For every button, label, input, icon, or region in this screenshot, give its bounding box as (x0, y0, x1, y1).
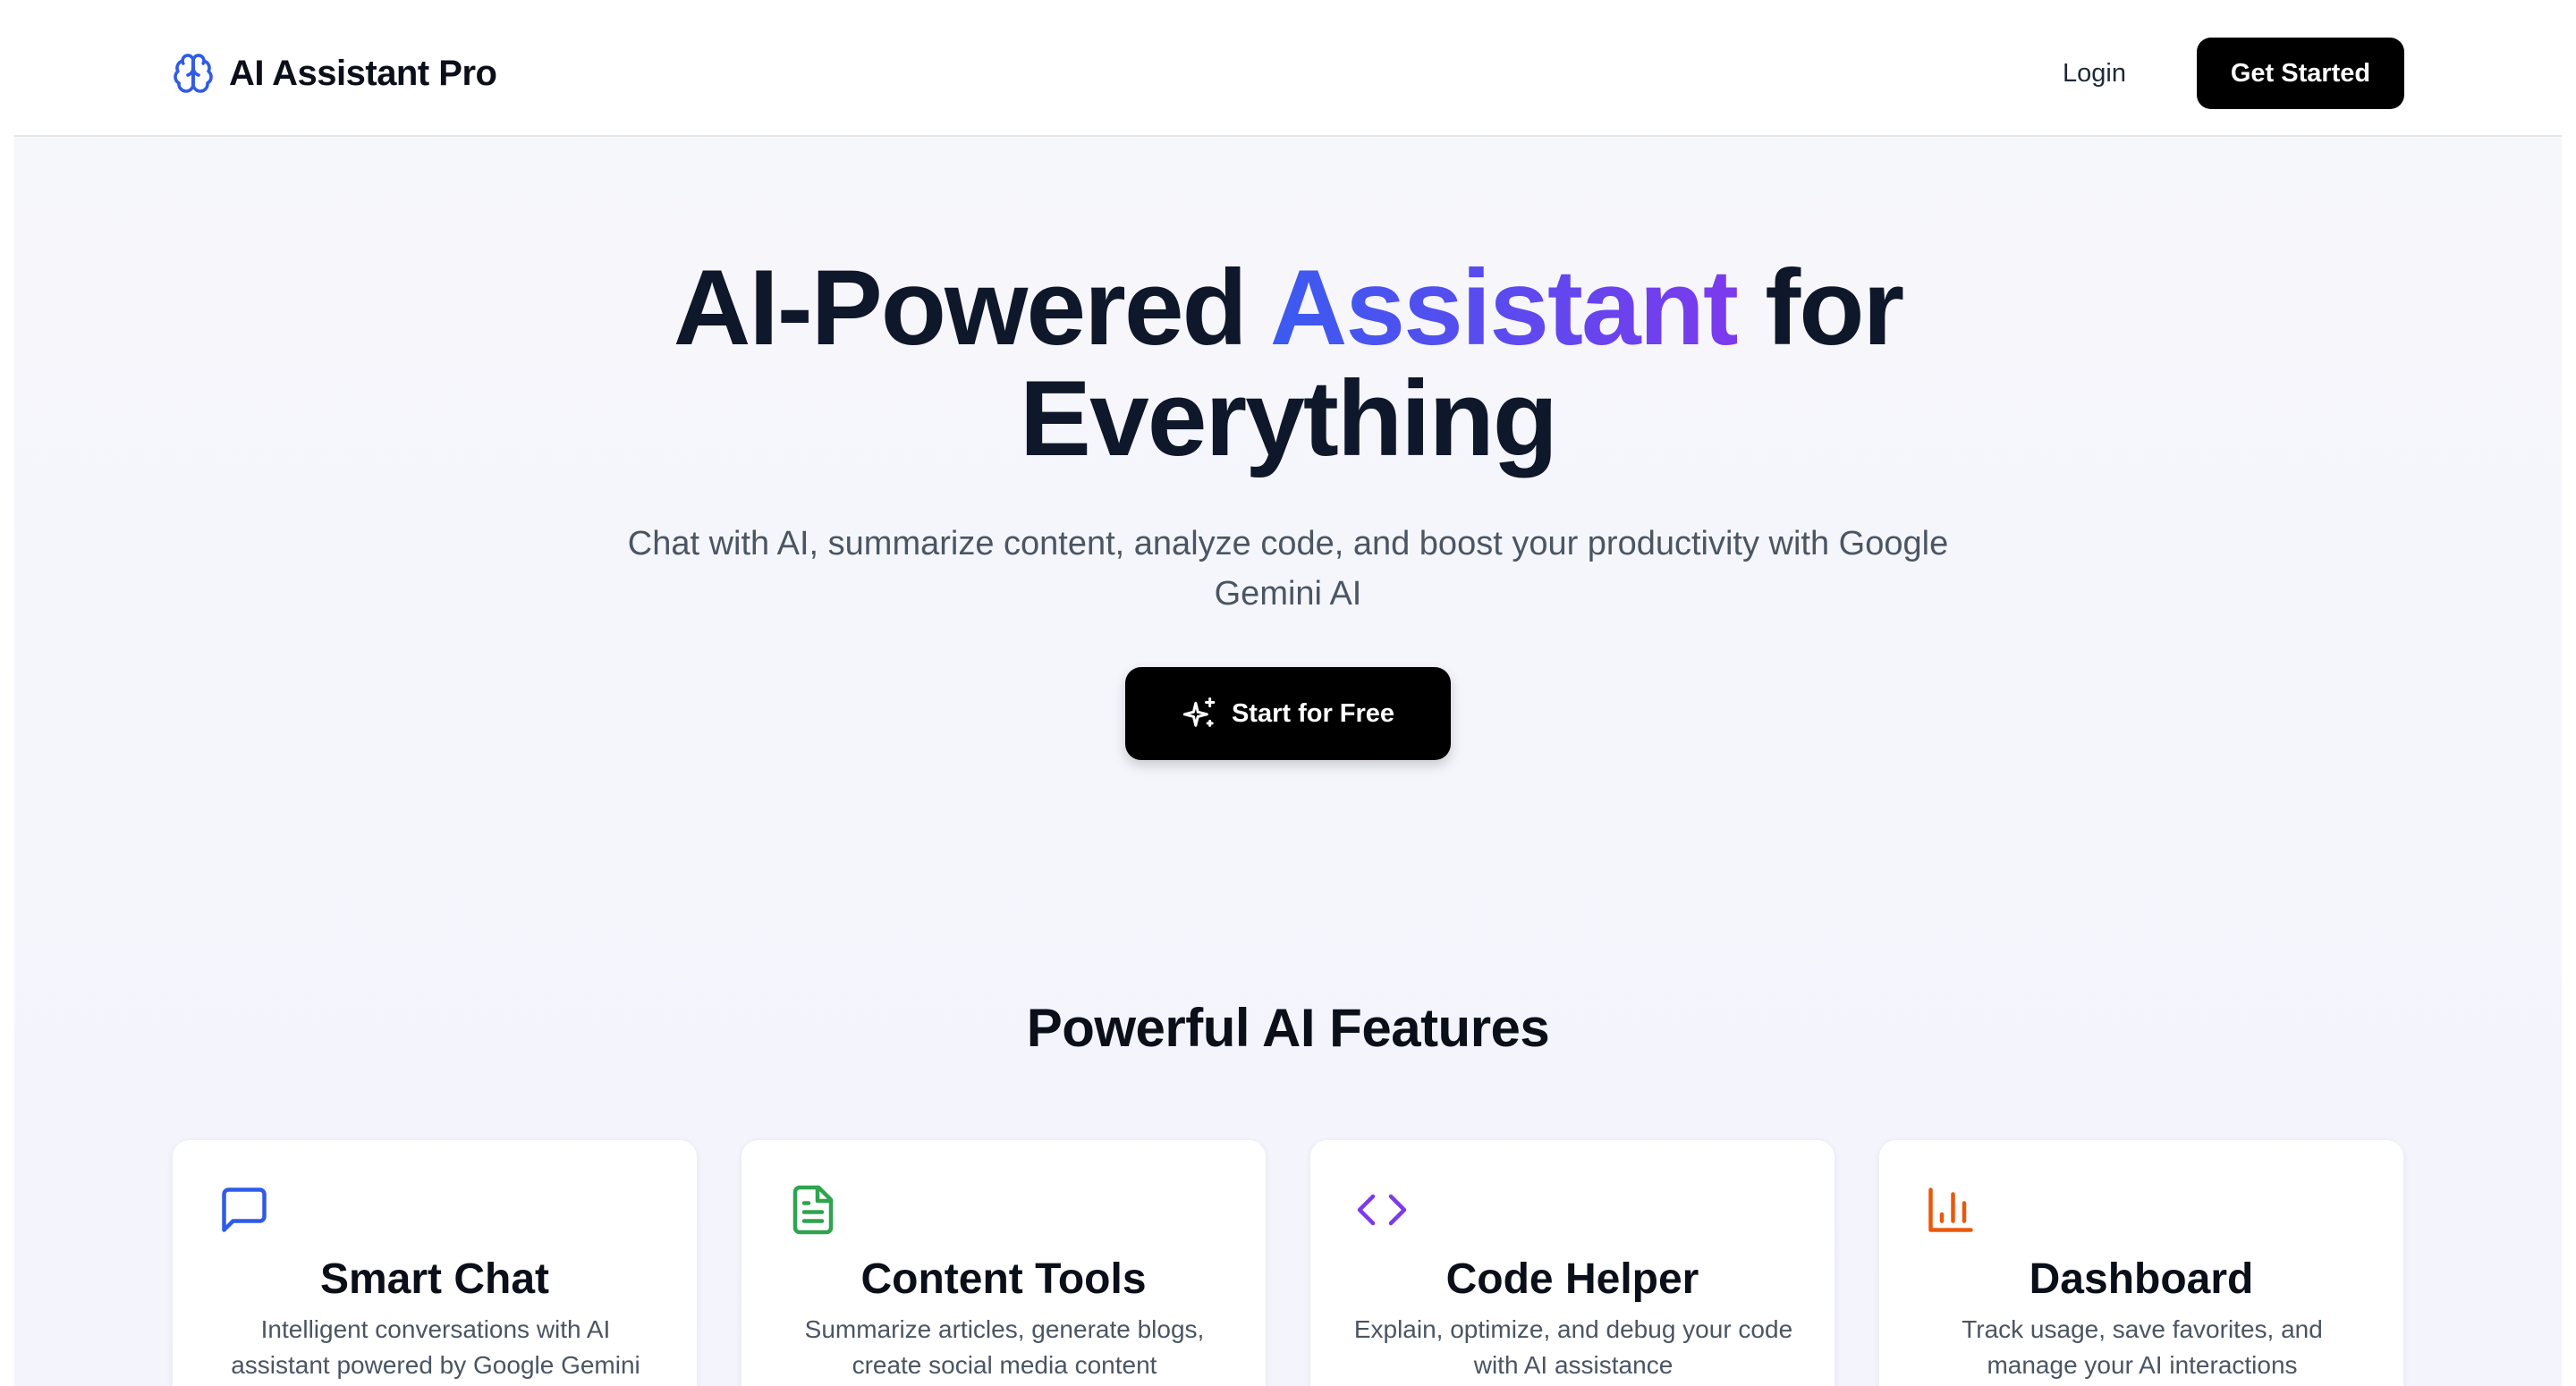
start-for-free-label: Start for Free (1231, 698, 1395, 728)
feature-card-description: Summarize articles, generate blogs, crea… (804, 1315, 1205, 1379)
feature-card-title: Content Tools (860, 1255, 1147, 1303)
feature-card-title: Code Helper (1445, 1255, 1699, 1303)
hero-title-highlight: Assistant (1269, 248, 1739, 368)
document-icon (786, 1183, 840, 1237)
brand[interactable]: AI Assistant Pro (172, 50, 497, 97)
top-nav: AI Assistant Pro Login Get Started (14, 9, 2562, 137)
feature-card-content-tools[interactable]: Content Tools Summarize articles, genera… (741, 1139, 1267, 1386)
get-started-button[interactable]: Get Started (2197, 38, 2404, 109)
feature-card-code-helper[interactable]: Code Helper Explain, optimize, and debug… (1309, 1139, 1835, 1386)
feature-card-smart-chat[interactable]: Smart Chat Intelligent conversations wit… (172, 1139, 698, 1386)
sparkles-icon (1182, 696, 1217, 731)
hero-title: AI-Powered Assistant for Everything (14, 252, 2562, 474)
start-for-free-button[interactable]: Start for Free (1125, 667, 1451, 760)
features-heading: Powerful AI Features (1026, 998, 1550, 1058)
hero-title-line2: Everything (1019, 359, 1558, 478)
chat-bubble-icon (217, 1183, 271, 1237)
feature-card-description: Track usage, save favorites, and manage … (1962, 1315, 2323, 1379)
feature-card-dashboard[interactable]: Dashboard Track usage, save favorites, a… (1878, 1139, 2404, 1386)
login-link[interactable]: Login (2063, 50, 2126, 97)
hero-title-part2: for (1736, 248, 1904, 368)
feature-card-title: Smart Chat (319, 1255, 550, 1303)
brand-title: AI Assistant Pro (229, 53, 497, 93)
bar-chart-icon (1924, 1183, 1978, 1237)
page: AI Assistant Pro Login Get Started AI-Po… (14, 9, 2562, 1386)
code-brackets-icon (1355, 1183, 1409, 1237)
brain-icon (172, 52, 215, 95)
feature-card-title: Dashboard (2029, 1255, 2254, 1303)
feature-card-description: Explain, optimize, and debug your code w… (1353, 1315, 1793, 1379)
hero-title-part1: AI-Powered (673, 248, 1270, 368)
hero-subtitle: Chat with AI, summarize content, analyze… (627, 525, 1949, 613)
feature-card-description: Intelligent conversations with AI assist… (231, 1315, 640, 1379)
